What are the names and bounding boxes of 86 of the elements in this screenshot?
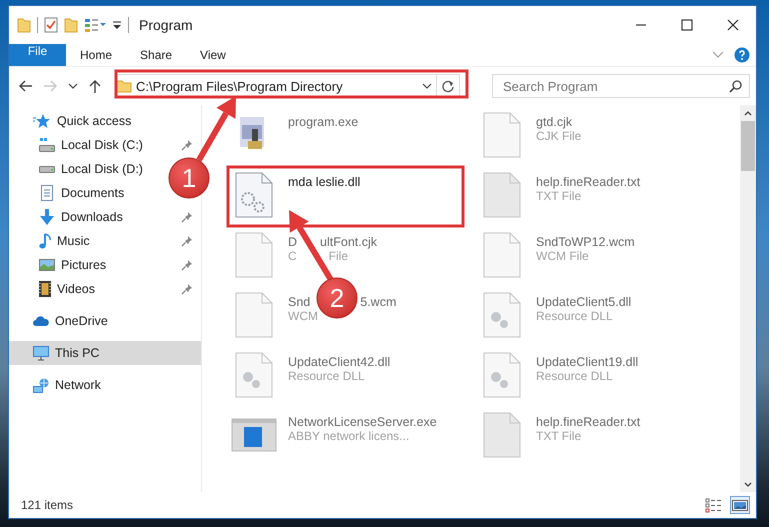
pin-icon[interactable] (181, 283, 193, 295)
sidebar-item[interactable]: Quick access (9, 109, 140, 133)
sidebar-item[interactable]: Network (9, 373, 109, 397)
scroll-thumb[interactable] (741, 121, 755, 171)
file-name[interactable]: program.exe (288, 115, 358, 129)
ribbon-tab[interactable]: Share (126, 44, 186, 66)
drive-icon (39, 166, 55, 172)
file-name[interactable]: ultFont.cjk (320, 235, 377, 249)
music-note-icon (39, 233, 51, 249)
up-arrow-icon (87, 78, 103, 94)
file-name[interactable]: gtd.cjk (536, 115, 572, 129)
file-type: Resource DLL (536, 369, 613, 383)
large-icons-view-button[interactable] (730, 496, 750, 514)
file-type: C (288, 249, 297, 263)
folder-icon[interactable] (17, 17, 31, 33)
ribbon-tab[interactable]: View (186, 44, 240, 66)
file-name[interactable]: SndToWP12.wcm (536, 235, 635, 249)
file-name[interactable]: help.fineReader.txt (536, 175, 640, 189)
cloud-icon (33, 316, 49, 326)
maximize-icon (681, 19, 693, 31)
file-name[interactable]: Snd (288, 295, 310, 309)
scroll-down-icon[interactable] (744, 482, 752, 486)
left-arrow-icon (17, 78, 33, 94)
step-badge: 2 (316, 278, 358, 318)
file-type: File (328, 249, 348, 263)
file-type: TXT File (536, 429, 582, 443)
file-type: WCM File (536, 249, 589, 263)
details-list-icon (705, 497, 723, 513)
file-name[interactable]: mda leslie.dll (288, 175, 360, 189)
monitor-icon (33, 346, 49, 360)
sidebar-item[interactable]: Videos (9, 277, 201, 301)
file-name[interactable]: 5.wcm (360, 295, 396, 309)
sidebar-item[interactable]: This PC (9, 341, 201, 365)
item-count: 121 items (21, 498, 74, 512)
caret-icon[interactable] (422, 83, 432, 89)
expand-ribbon-icon[interactable] (712, 51, 724, 59)
sidebar-item[interactable]: Local Disk (C:) (9, 133, 201, 157)
picture-icon (39, 259, 55, 271)
drive-icon (39, 137, 55, 153)
sidebar-item[interactable]: Documents (9, 181, 132, 205)
document-icon (39, 185, 55, 201)
file-type: WCM (288, 309, 318, 323)
file-name[interactable]: D (288, 235, 298, 249)
pin-icon[interactable] (181, 139, 193, 151)
file-name[interactable]: UpdateClient19.dll (536, 355, 638, 369)
pin-icon[interactable] (181, 259, 193, 271)
film-icon (39, 281, 51, 297)
file-menu-button[interactable]: File (9, 44, 66, 66)
file-name[interactable]: help.fineReader.txt (536, 415, 640, 429)
sidebar-item[interactable]: Pictures (9, 253, 201, 277)
sidebar-item[interactable]: OneDrive (9, 309, 116, 333)
scroll-up-icon[interactable] (744, 110, 752, 116)
properties-icon[interactable] (44, 17, 58, 33)
pin-icon[interactable] (181, 211, 193, 223)
folder-icon (116, 78, 132, 94)
new-folder-icon[interactable] (64, 17, 78, 33)
help-icon[interactable] (734, 47, 750, 63)
annotation-arrow (196, 96, 236, 162)
window-title: Program (139, 17, 194, 33)
file-name[interactable]: NetworkLicenseServer.exe (288, 415, 437, 429)
file-type: TXT File (536, 189, 582, 203)
star-icon (33, 113, 51, 129)
sidebar-item[interactable]: Local Disk (D:) (9, 157, 151, 181)
scrollbar[interactable] (740, 105, 756, 492)
search-field[interactable]: Search Program (492, 74, 750, 98)
refresh-icon[interactable] (441, 79, 455, 93)
sidebar-item[interactable]: Downloads (9, 205, 201, 229)
large-icon-view-icon (731, 497, 749, 513)
download-icon (39, 209, 55, 225)
pin-icon[interactable] (181, 235, 193, 247)
file-type: ABBY network licens... (288, 429, 410, 443)
file-type: Resource DLL (288, 369, 365, 383)
close-icon (727, 19, 739, 31)
step-badge: 1 (168, 158, 210, 198)
file-name[interactable]: UpdateClient5.dll (536, 295, 632, 309)
right-arrow-icon (43, 78, 59, 94)
details-view-button[interactable] (704, 496, 724, 514)
search-icon[interactable] (729, 79, 743, 93)
file-type: Resource DLL (536, 309, 613, 323)
ribbon-tab[interactable]: Home (66, 44, 126, 66)
file-name[interactable]: UpdateClient42.dll (288, 355, 390, 369)
address-bar[interactable]: C:\Program Files\Program Directory (115, 74, 460, 98)
file-type: CJK File (536, 129, 582, 143)
sidebar-item[interactable]: Music (9, 229, 201, 253)
network-icon (33, 378, 49, 392)
customize-icon[interactable] (84, 17, 106, 33)
